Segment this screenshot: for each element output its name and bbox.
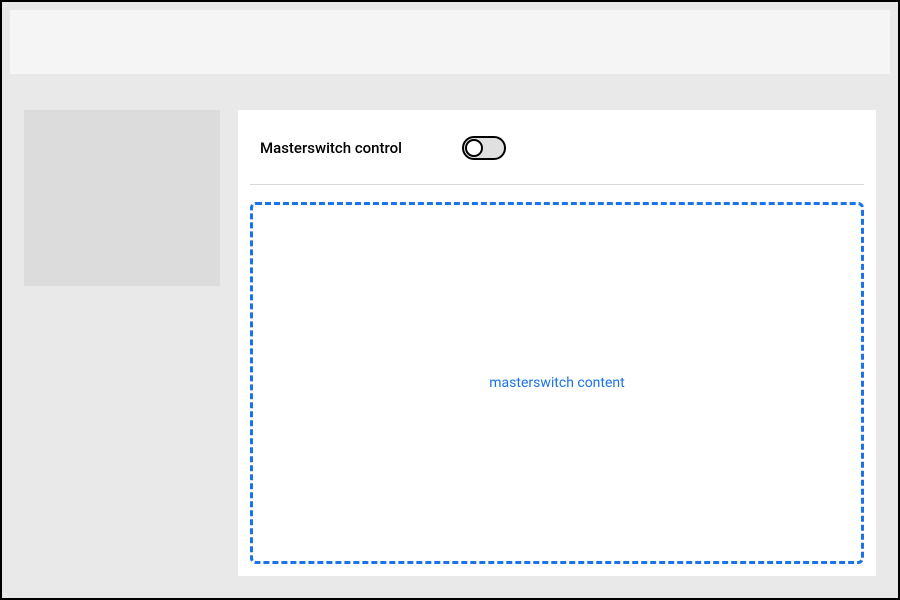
wireframe-frame: Masterswitch control masterswitch conten… [0,0,900,600]
masterswitch-toggle[interactable] [462,136,506,160]
top-bar-placeholder [10,10,890,74]
masterswitch-label: Masterswitch control [260,139,402,157]
masterswitch-content-placeholder: masterswitch content [250,202,864,564]
placeholder-label: masterswitch content [489,375,624,391]
main-panel: Masterswitch control masterswitch conten… [238,110,876,576]
masterswitch-control-row: Masterswitch control [260,136,506,160]
divider [250,184,864,185]
toggle-knob-icon [465,139,483,157]
sidebar-placeholder [24,110,220,286]
